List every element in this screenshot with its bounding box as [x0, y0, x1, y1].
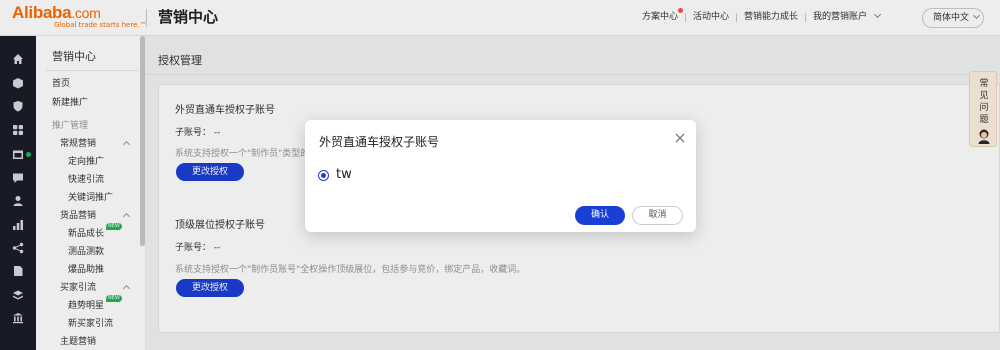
account-radio-label[interactable]: tw [336, 167, 352, 182]
cancel-button[interactable]: 取消 [632, 206, 683, 225]
confirm-button[interactable]: 确认 [575, 206, 625, 225]
close-icon[interactable] [674, 132, 686, 144]
account-radio[interactable] [318, 170, 329, 181]
dialog-title: 外贸直通车授权子账号 [319, 135, 440, 149]
auth-dialog: 外贸直通车授权子账号 tw 确认 取消 [305, 120, 696, 232]
